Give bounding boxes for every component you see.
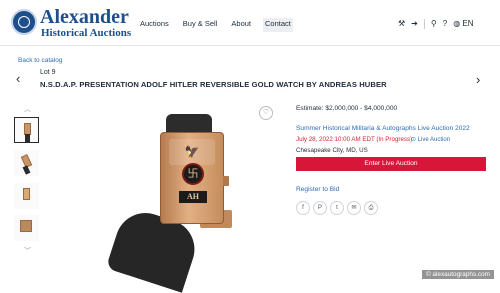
language-selector[interactable]: ◍ EN <box>453 19 473 29</box>
nav-contact[interactable]: Contact <box>263 18 293 32</box>
search-icon[interactable]: ⚲ <box>431 19 437 29</box>
enter-live-auction-button[interactable]: Enter Live Auction <box>296 157 486 171</box>
thumbnail[interactable] <box>14 215 39 241</box>
swastika-emblem: 卐 <box>182 163 204 185</box>
previous-lot-icon[interactable]: ‹ <box>16 72 20 85</box>
divider <box>423 19 425 29</box>
lot-main-image[interactable]: 🦅 卐 AH <box>100 106 270 293</box>
eagle-emblem-icon: 🦅 <box>184 145 200 159</box>
auction-name-link[interactable]: Summer Historical Militaria & Autographs… <box>296 125 470 132</box>
image-credit: © alexautographs.com <box>421 270 494 279</box>
estimate: Estimate: $2,000,000 - $4,000,000 <box>296 105 398 112</box>
back-to-catalog-link[interactable]: Back to catalog <box>18 57 62 64</box>
brand-subtitle[interactable]: Historical Auctions <box>41 27 131 39</box>
pinterest-icon[interactable]: P <box>313 201 327 215</box>
header-actions: ⚒ ➔ ⚲ ? ◍ EN <box>398 19 474 29</box>
twitter-icon[interactable]: t <box>330 201 344 215</box>
engraved-initials: AH <box>179 191 207 203</box>
site-header: Alexander Historical Auctions Auctions B… <box>0 0 500 46</box>
thumbnail[interactable] <box>14 183 39 209</box>
share-buttons: f P t ✉ ⎙ <box>296 201 378 215</box>
email-icon[interactable]: ✉ <box>347 201 361 215</box>
thumbs-up-chevron-icon[interactable]: ︿ <box>24 104 31 114</box>
print-icon[interactable]: ⎙ <box>364 201 378 215</box>
favorite-heart-icon[interactable]: ♡ <box>259 106 273 120</box>
facebook-icon[interactable]: f <box>296 201 310 215</box>
lot-title: N.S.D.A.P. PRESENTATION ADOLF HITLER REV… <box>40 80 387 89</box>
help-icon[interactable]: ? <box>443 19 447 29</box>
main-nav: Auctions Buy & Sell About Contact <box>138 18 293 32</box>
register-to-bid-link[interactable]: Register to Bid <box>296 186 339 193</box>
watch-case: 🦅 卐 AH <box>160 132 224 224</box>
nav-auctions[interactable]: Auctions <box>138 18 171 32</box>
live-auction-badge: ⊙ Live Auction <box>411 136 450 143</box>
nav-buy-sell[interactable]: Buy & Sell <box>181 18 220 32</box>
auction-location: Chesapeake City, MD, US <box>296 147 368 154</box>
sign-in-icon[interactable]: ➔ <box>411 19 418 29</box>
thumbnail[interactable] <box>14 150 39 176</box>
live-auction-label: Live Auction <box>417 137 451 143</box>
gavel-icon[interactable]: ⚒ <box>398 19 405 29</box>
thumbs-down-chevron-icon[interactable]: ﹀ <box>24 246 31 256</box>
nav-about[interactable]: About <box>229 18 253 32</box>
thumbnail[interactable] <box>14 117 39 143</box>
next-lot-icon[interactable]: › <box>476 72 480 87</box>
brand-name[interactable]: Alexander <box>40 7 129 27</box>
language-label: EN <box>462 19 474 28</box>
lot-number: Lot 9 <box>40 69 56 76</box>
auction-date: July 28, 2022 10:00 AM EDT (In Progress) <box>296 136 413 143</box>
watch-crown <box>223 176 229 186</box>
live-icon: ⊙ <box>411 137 417 143</box>
globe-icon: ◍ <box>453 19 461 28</box>
logo-emblem[interactable] <box>11 9 37 35</box>
